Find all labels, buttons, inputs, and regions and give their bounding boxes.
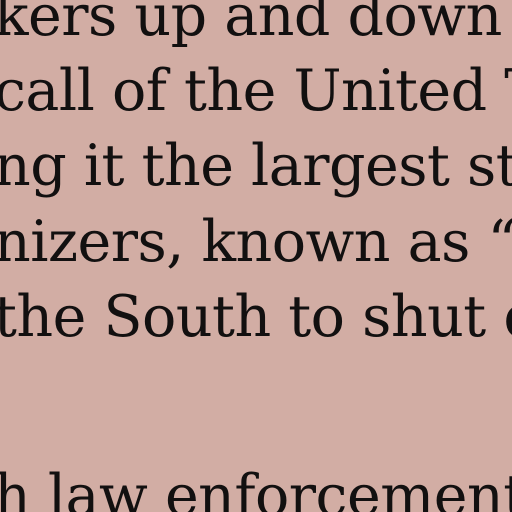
text-line-3: ng it the largest stri — [0, 133, 512, 199]
text-line-4: nizers, known as “ — [0, 209, 512, 275]
text-line-5: the South to shut d — [0, 284, 512, 350]
text-line-1: kers up and down — [0, 0, 502, 49]
document-page: kers up and down call of the United T ng… — [0, 0, 512, 512]
text-line-2: call of the United T — [0, 58, 512, 124]
text-line-7: h law enforcement — [0, 463, 512, 512]
